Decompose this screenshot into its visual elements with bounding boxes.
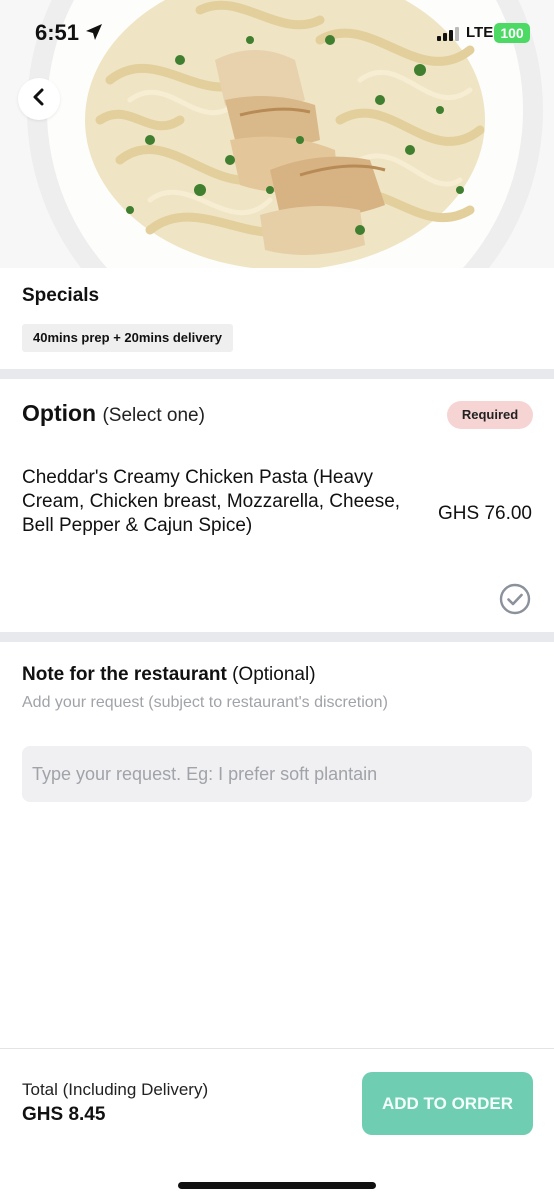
option-select-check[interactable]	[499, 583, 531, 615]
option-title: Option	[22, 400, 97, 426]
option-heading: Option (Select one)	[22, 400, 205, 427]
note-input[interactable]	[22, 746, 532, 802]
note-heading: Note for the restaurant (Optional)	[22, 664, 316, 686]
add-to-order-button[interactable]: ADD TO ORDER	[362, 1072, 533, 1135]
note-optional-label: (Optional)	[232, 664, 316, 685]
home-indicator	[178, 1182, 376, 1189]
option-subtitle: (Select one)	[102, 405, 205, 426]
location-arrow-icon	[84, 22, 104, 42]
note-title: Note for the restaurant	[22, 664, 227, 685]
item-category: Specials	[22, 285, 100, 306]
option-item-name[interactable]: Cheddar's Creamy Chicken Pasta (Heavy Cr…	[22, 466, 412, 538]
status-time: 6:51	[35, 20, 80, 45]
note-help-text: Add your request (subject to restaurant'…	[22, 694, 388, 711]
network-type: LTE	[466, 24, 494, 41]
check-circle-icon	[499, 583, 531, 619]
total-value: GHS 8.45	[22, 1104, 106, 1125]
signal-bars-icon	[436, 26, 460, 47]
footer-divider	[0, 1048, 554, 1049]
section-divider	[0, 369, 554, 379]
section-divider	[0, 632, 554, 642]
back-button[interactable]	[18, 78, 60, 120]
option-item-price: GHS 76.00	[438, 503, 532, 524]
battery-indicator: 100	[494, 23, 530, 43]
required-badge: Required	[447, 401, 533, 429]
chevron-left-icon	[29, 87, 49, 112]
prep-time-badge: 40mins prep + 20mins delivery	[22, 324, 233, 352]
status-bar: 6:51 LTE 100	[0, 0, 554, 66]
total-label: Total (Including Delivery)	[22, 1080, 209, 1099]
